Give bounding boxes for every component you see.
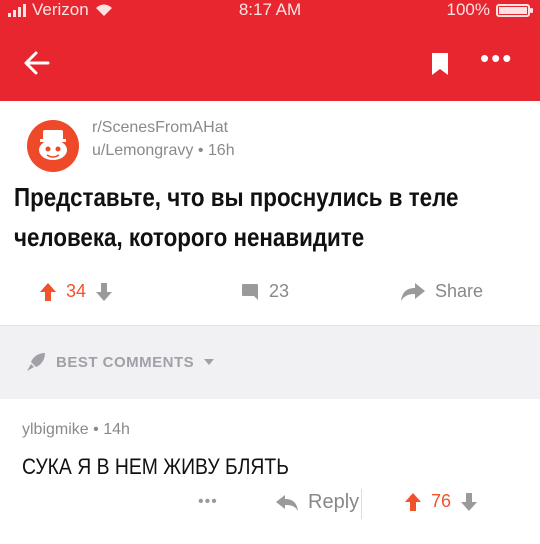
- comment-body: СУКА Я В НЕМ ЖИВУ БЛЯТЬ: [22, 454, 289, 479]
- comment-meta: ylbigmike • 14h: [22, 421, 130, 439]
- sort-label: BEST COMMENTS: [56, 353, 195, 371]
- battery-percent: 100%: [446, 0, 490, 19]
- share-button[interactable]: Share: [401, 281, 483, 302]
- subreddit-name[interactable]: r/ScenesFromAHat: [92, 119, 228, 137]
- snoo-icon: [39, 130, 67, 160]
- comments-button[interactable]: 23: [241, 281, 289, 302]
- post-score: 34: [66, 281, 87, 301]
- share-icon: [401, 282, 425, 301]
- chevron-down-icon: [204, 359, 215, 365]
- comment-sort-bar: BEST COMMENTS: [0, 325, 540, 400]
- post-meta: u/Lemongravy • 16h: [92, 142, 235, 160]
- post-author[interactable]: u/Lemongravy: [92, 142, 193, 159]
- subreddit-avatar[interactable]: [27, 120, 79, 172]
- post-card: r/ScenesFromAHat u/Lemongravy • 16h Пред…: [0, 101, 540, 325]
- post-vote: 34: [40, 281, 113, 302]
- comment-actions: ••• Reply 76: [0, 487, 540, 523]
- battery-icon: [496, 3, 533, 17]
- reply-label: Reply: [308, 491, 360, 513]
- comment: ylbigmike • 14h СУКА Я В НЕМ ЖИВУ БЛЯТЬ …: [0, 399, 540, 544]
- bookmark-icon[interactable]: [432, 53, 448, 75]
- post-actions: 34 23 Share: [0, 271, 540, 311]
- meta-separator: •: [93, 421, 104, 438]
- app-header: Verizon 8:17 AM 100% •••: [0, 0, 540, 101]
- meta-separator: •: [197, 142, 208, 159]
- post-age: 16h: [207, 142, 235, 159]
- sort-dropdown[interactable]: BEST COMMENTS: [26, 352, 215, 372]
- reply-button[interactable]: Reply: [276, 491, 359, 514]
- comment-author[interactable]: ylbigmike: [22, 421, 89, 438]
- comment-count: 23: [269, 281, 290, 301]
- status-bar: Verizon 8:17 AM 100%: [0, 0, 540, 22]
- more-options-icon[interactable]: •••: [480, 43, 513, 74]
- back-arrow-icon[interactable]: [22, 48, 52, 78]
- comment-more-icon[interactable]: •••: [198, 493, 218, 511]
- post-title-line-1: Представьте, что вы проснулись в теле: [14, 182, 459, 212]
- comment-vote: 76: [405, 491, 478, 512]
- nav-bar: •••: [0, 40, 540, 90]
- upvote-icon[interactable]: [405, 492, 421, 511]
- downvote-icon[interactable]: [96, 282, 113, 301]
- upvote-icon[interactable]: [40, 282, 56, 301]
- battery: 100%: [446, 0, 533, 20]
- downvote-icon[interactable]: [461, 492, 478, 511]
- comment-age: 14h: [103, 421, 130, 438]
- post-title-line-2: человека, которого ненавидите: [14, 222, 365, 252]
- post-title[interactable]: Представьте, что вы проснулись в теле че…: [14, 177, 461, 257]
- comment-score: 76: [431, 491, 452, 511]
- comment-icon: [242, 283, 258, 300]
- share-label: Share: [435, 281, 484, 301]
- action-divider: [361, 489, 362, 519]
- reply-icon: [276, 494, 298, 511]
- rocket-icon: [27, 353, 45, 371]
